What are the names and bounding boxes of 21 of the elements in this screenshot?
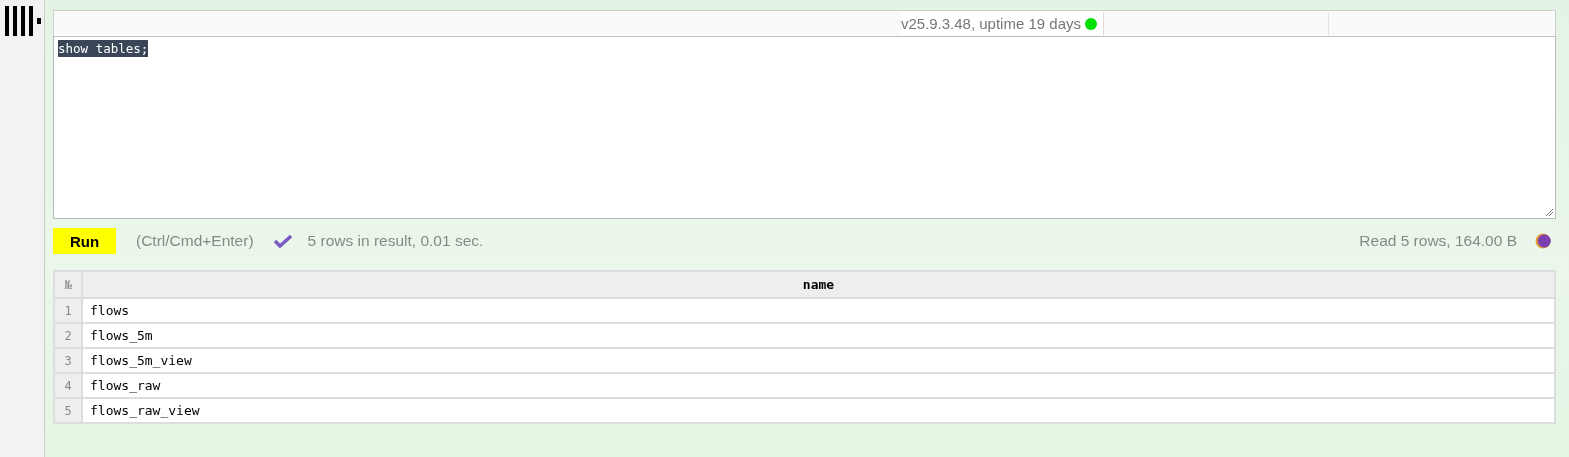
read-info: Read 5 rows, 164.00 B xyxy=(1359,232,1517,250)
result-info: 5 rows in result, 0.01 sec. xyxy=(307,232,484,250)
logo-icon[interactable] xyxy=(5,6,41,36)
table-cell: flows_5m xyxy=(82,323,1555,348)
row-number: 1 xyxy=(54,298,82,323)
row-number: 2 xyxy=(54,323,82,348)
row-number: 5 xyxy=(54,398,82,423)
table-cell: flows_raw xyxy=(82,373,1555,398)
table-cell: flows xyxy=(82,298,1555,323)
run-button[interactable]: Run xyxy=(53,228,116,254)
query-text: show tables; xyxy=(58,40,149,57)
column-header: № xyxy=(54,271,82,298)
query-editor[interactable]: show tables; xyxy=(53,36,1556,219)
row-number: 3 xyxy=(54,348,82,373)
column-header: name xyxy=(82,271,1555,298)
table-cell: flows_raw_view xyxy=(82,398,1555,423)
table-cell: flows_5m_view xyxy=(82,348,1555,373)
resize-handle-icon[interactable] xyxy=(1545,208,1553,216)
row-number: 4 xyxy=(54,373,82,398)
shortcut-hint: (Ctrl/Cmd+Enter) xyxy=(136,232,254,250)
theme-toggle-icon[interactable] xyxy=(1535,233,1551,249)
